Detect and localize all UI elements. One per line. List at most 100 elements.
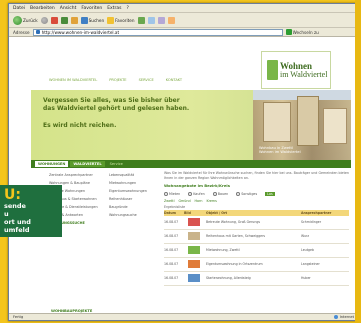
menu-tools[interactable]: Extras [107, 6, 121, 11]
hero-banner: Vergessen Sie alles, was Sie bisher über… [31, 90, 351, 160]
table-row[interactable]: 16.08.07 Betreute Wohnung, Groß Gerungs … [164, 216, 349, 230]
row-text: Starterwohnung, Allentsteig [206, 276, 251, 281]
district-tab[interactable]: Krems [206, 199, 216, 203]
option-label: Kaufen [193, 192, 205, 197]
status-bar: Fertig Internet [9, 313, 356, 320]
search-icon [80, 16, 88, 24]
search-label: Suchen [88, 17, 105, 23]
option-label: Bauen [217, 192, 229, 197]
left-nav-item[interactable]: Zentrale Ansprechpartner [49, 171, 99, 179]
promo-line: sende [4, 202, 26, 210]
stop-icon[interactable] [50, 16, 58, 24]
option-rent[interactable]: Mieten [164, 192, 181, 197]
status-zone: Internet [333, 315, 354, 319]
search-go-button[interactable]: Los [265, 192, 275, 197]
topnav-item[interactable]: PROJEKTE [109, 78, 126, 82]
thumbnail-image [188, 217, 200, 226]
address-label: Adresse [13, 29, 30, 35]
url-input[interactable]: http://www.wohnen-im-waldviertel.at [32, 28, 283, 36]
logo-subtitle: im Waldviertel [280, 69, 328, 79]
hero-line-2: das Waldviertel gehört und gelesen haben… [43, 105, 190, 112]
address-bar: Adresse http://www.wohnen-im-waldviertel… [9, 28, 356, 37]
print-icon[interactable] [157, 16, 165, 24]
search-options: Mieten Kaufen Bauen Sonstiges Los [164, 192, 349, 197]
site-logo[interactable]: Wohnen im Waldviertel [261, 51, 331, 89]
middle-navigation: Lebensqualität Mietwohnungen Eigentumswo… [109, 171, 157, 219]
option-buy[interactable]: Kaufen [188, 192, 205, 197]
hero-headline: Vergessen Sie alles, was Sie bisher über… [43, 97, 189, 113]
top-navigation: WOHNEN IM WALDVIERTEL PROJEKTE SERVICE K… [49, 78, 182, 82]
refresh-icon[interactable] [60, 16, 68, 24]
thumbnail-image [188, 245, 200, 254]
toolbar: Zurück Suchen Favoriten [9, 13, 356, 28]
search-button[interactable]: Suchen [80, 16, 105, 24]
edit-icon[interactable] [167, 16, 175, 24]
menu-file[interactable]: Datei [13, 6, 25, 11]
radio-icon [212, 192, 217, 197]
thumbnail-image [188, 259, 200, 268]
row-date: 16.08.07 [164, 262, 179, 267]
table-row[interactable]: 16.08.07 Starterwohnung, Allentsteig Hub… [164, 272, 349, 286]
district-tab[interactable]: Zwettl [164, 199, 175, 203]
topnav-item[interactable]: WOHNEN IM WALDVIERTEL [49, 78, 97, 82]
promo-title: U: [4, 187, 21, 203]
table-row[interactable]: 16.08.07 Mietwohnung, Zwettl Leutgeb [164, 244, 349, 258]
logo-mark-icon [267, 60, 278, 80]
home-icon[interactable] [70, 16, 78, 24]
thumbnail-image [188, 273, 200, 282]
row-date: 16.08.07 [164, 248, 179, 253]
district-tabs: Zwettl Gmünd Horn Krems [164, 199, 349, 203]
district-tab[interactable]: Gmünd [179, 199, 191, 203]
row-text: Mietwohnung, Zwettl [206, 248, 240, 253]
favorites-label: Favoriten [115, 17, 135, 23]
table-row[interactable]: 16.08.07 Reihenhaus mit Garten, Schweigg… [164, 230, 349, 244]
photo-building [323, 108, 347, 144]
history-icon[interactable] [137, 16, 145, 24]
table-row[interactable]: 16.08.07 Eigentumswohnung in Ortszentrum… [164, 258, 349, 272]
mid-nav-item[interactable]: Reihenhäuser [109, 195, 157, 203]
hero-caption: Wohnbau in Zwettl Wohnen im Waldviertel [259, 146, 301, 154]
option-other[interactable]: Sonstiges [236, 192, 258, 197]
hero-line-1: Vergessen Sie alles, was Sie bisher über [43, 97, 180, 104]
option-label: Sonstiges [241, 192, 258, 197]
browser-window: Datei Bearbeiten Ansicht Favoriten Extra… [8, 3, 357, 321]
row-contact: Wurz [301, 234, 310, 239]
row-contact: Huber [301, 276, 311, 281]
option-build[interactable]: Bauen [212, 192, 229, 197]
topnav-item[interactable]: SERVICE [139, 78, 154, 82]
promo-line: umfeld [4, 226, 30, 234]
row-date: 16.08.07 [164, 220, 179, 225]
mid-nav-item[interactable]: Eigentumswohnungen [109, 187, 157, 195]
tab-waldviertel[interactable]: WALDVIERTEL [70, 161, 105, 167]
col-object: Objekt / Ort [206, 210, 228, 215]
forward-arrow-icon[interactable] [40, 16, 48, 24]
mid-nav-item[interactable]: Lebensqualität [109, 171, 157, 179]
back-arrow-icon [13, 15, 22, 25]
tab-wohnungen[interactable]: WOHNUNGEN [35, 161, 69, 167]
go-button[interactable]: Wechseln zu [285, 29, 319, 35]
row-text: Betreute Wohnung, Groß Gerungs [206, 220, 261, 225]
mid-nav-item[interactable]: Wohnungssuche [109, 211, 157, 219]
topnav-item[interactable]: KONTAKT [166, 78, 182, 82]
radio-icon [188, 192, 193, 197]
mid-nav-item[interactable]: Mietwohnungen [109, 179, 157, 187]
menu-bar: Datei Bearbeiten Ansicht Favoriten Extra… [9, 4, 356, 13]
option-label: Mieten [169, 192, 181, 197]
back-button[interactable]: Zurück [13, 15, 38, 25]
back-label: Zurück [23, 17, 38, 23]
thumbnail-image [188, 231, 200, 240]
mail-icon[interactable] [147, 16, 155, 24]
mid-nav-item[interactable]: Baugründe [109, 203, 157, 211]
menu-help[interactable]: ? [126, 6, 128, 11]
tab-service[interactable]: Service [107, 161, 126, 167]
globe-icon [333, 315, 338, 319]
page-icon [35, 30, 40, 34]
menu-edit[interactable]: Bearbeiten [30, 6, 55, 11]
menu-view[interactable]: Ansicht [60, 6, 77, 11]
search-panel: Was Sie im Waldviertel für Ihre Wohnwüns… [164, 171, 349, 286]
favorites-button[interactable]: Favoriten [107, 16, 135, 24]
district-tab[interactable]: Horn [195, 199, 203, 203]
menu-favorites[interactable]: Favoriten [81, 6, 102, 11]
row-text: Reihenhaus mit Garten, Schweiggers [206, 234, 266, 239]
url-text: http://www.wohnen-im-waldviertel.at [41, 29, 120, 35]
